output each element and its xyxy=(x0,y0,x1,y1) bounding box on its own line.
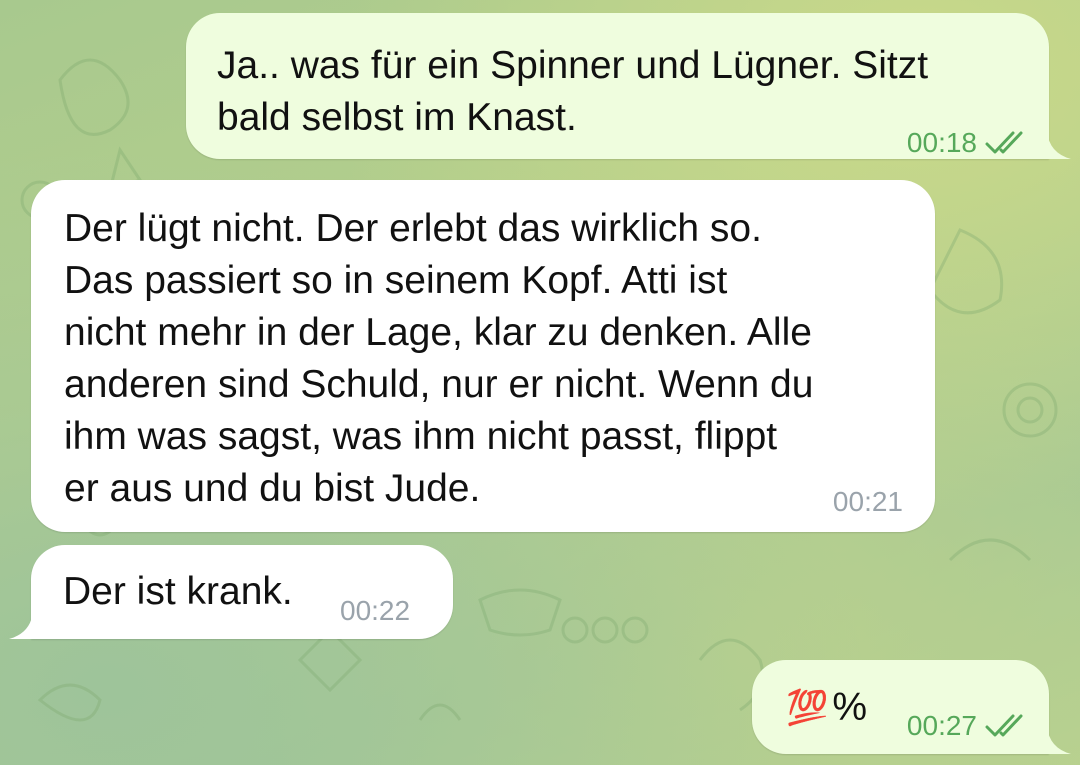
message-bubble-incoming[interactable]: Der lügt nicht. Der erlebt das wirklich … xyxy=(31,180,935,532)
message-text: Der lügt nicht. Der erlebt das wirklich … xyxy=(64,207,814,510)
bubble-tail xyxy=(9,611,33,639)
message-text: Der ist krank. xyxy=(63,570,293,613)
message-meta: 00:21 xyxy=(833,486,903,518)
message-time: 00:22 xyxy=(340,595,411,626)
message-time: 00:27 xyxy=(906,710,977,741)
message-text: Ja.. was für ein Spinner und Lügner. Sit… xyxy=(217,44,929,139)
message-text: 💯 % xyxy=(786,682,867,734)
message-meta: 00:27 xyxy=(907,710,1029,742)
message-time: 00:18 xyxy=(906,127,977,158)
message-meta: 00:22 xyxy=(340,595,410,627)
message-bubble-incoming[interactable]: Der ist krank. 00:22 xyxy=(9,545,453,639)
hundred-points-emoji-icon: 💯 xyxy=(786,688,829,728)
bubble-tail xyxy=(1047,726,1071,754)
message-meta: 00:18 xyxy=(907,127,1029,159)
message-time: 00:21 xyxy=(832,486,903,517)
message-bubble-outgoing[interactable]: Ja.. was für ein Spinner und Lügner. Sit… xyxy=(186,13,1071,159)
message-bubble-outgoing[interactable]: 💯 % 00:27 xyxy=(752,660,1071,754)
double-check-icon xyxy=(985,714,1029,738)
double-check-icon xyxy=(985,131,1029,155)
message-text-percent: % xyxy=(832,686,868,729)
bubble-tail xyxy=(1047,131,1071,159)
